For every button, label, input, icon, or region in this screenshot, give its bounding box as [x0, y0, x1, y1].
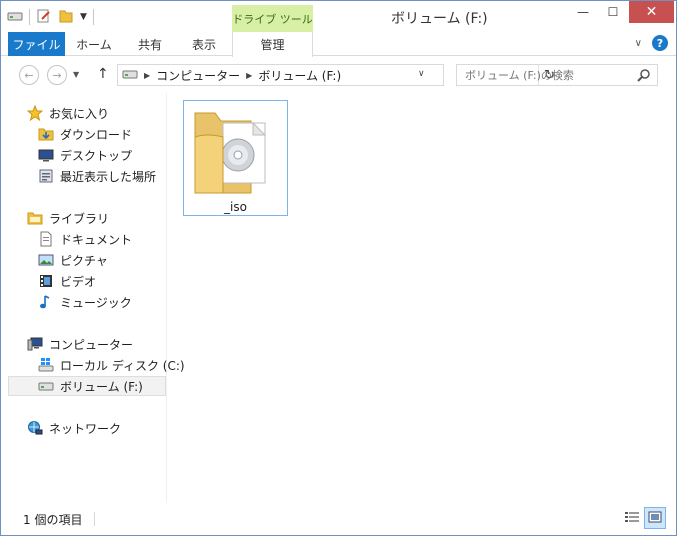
details-view-button[interactable] — [621, 507, 643, 529]
address-history-dropdown-icon[interactable]: ∨ — [418, 69, 425, 79]
nav-item-label: ミュージック — [60, 295, 132, 310]
nav-computer[interactable]: コンピューター — [1, 334, 166, 354]
file-list-area[interactable]: _iso — [168, 93, 676, 503]
nav-item-label: ダウンロード — [60, 127, 133, 142]
network-globe-icon — [27, 420, 43, 436]
drive-icon — [38, 378, 54, 394]
tab-manage[interactable]: 管理 — [232, 32, 313, 57]
item-count-status: 1 個の項目 — [23, 513, 83, 527]
star-icon — [27, 105, 43, 121]
ribbon-tabs: ファイル ホーム 共有 表示 管理 ∨ ? — [1, 32, 676, 57]
disc-image-folder-icon — [193, 107, 279, 200]
navigation-bar: ← → ▼ ↑ ▶ コンピューター ▶ ボリューム (F:) ∨ ↻ — [1, 57, 676, 93]
breadcrumb-computer[interactable]: コンピューター — [156, 67, 240, 84]
nav-favorites-label: お気に入り — [49, 106, 110, 121]
quick-access-toolbar: ▼ — [7, 7, 94, 27]
explorer-window: ▼ ドライブ ツール ボリューム (F:) — ☐ ✕ ファイル ホーム 共有 … — [0, 0, 677, 536]
up-arrow-icon[interactable]: ↑ — [97, 66, 109, 82]
nav-item-label: デスクトップ — [60, 148, 133, 163]
nav-item-local-disk-c[interactable]: ローカル ディスク (C:) — [1, 355, 185, 375]
nav-item-label: ドキュメント — [60, 232, 133, 247]
drive-icon — [122, 68, 138, 83]
file-name-label: _iso — [224, 200, 247, 214]
nav-network-label: ネットワーク — [49, 421, 122, 436]
status-separator — [94, 512, 95, 526]
computer-icon — [27, 336, 43, 352]
nav-item-label: 最近表示した場所 — [60, 169, 157, 184]
nav-item-desktop[interactable]: デスクトップ — [1, 145, 166, 165]
desktop-icon — [38, 147, 54, 163]
tab-file[interactable]: ファイル — [8, 32, 65, 56]
forward-button[interactable]: → — [47, 65, 67, 85]
toolbar-separator — [92, 9, 94, 25]
video-icon — [38, 273, 54, 289]
recent-locations-dropdown-icon[interactable]: ▼ — [73, 70, 79, 79]
download-folder-icon — [38, 126, 54, 142]
nav-item-documents[interactable]: ドキュメント — [1, 229, 166, 249]
picture-icon — [38, 252, 54, 268]
chevron-right-icon[interactable]: ▶ — [246, 71, 252, 80]
properties-icon[interactable] — [36, 8, 52, 27]
nav-item-label: ボリューム (F:) — [60, 379, 143, 394]
navigation-pane: お気に入り ダウンロード デスクトップ 最近表示した場所 ライブラリ ドキュメン… — [1, 93, 185, 503]
expand-ribbon-icon[interactable]: ∨ — [635, 38, 642, 49]
address-bar[interactable]: ▶ コンピューター ▶ ボリューム (F:) ∨ ↻ — [117, 64, 555, 86]
title-bar: ▼ ドライブ ツール ボリューム (F:) — ☐ ✕ — [1, 1, 676, 32]
nav-item-music[interactable]: ミュージック — [1, 292, 166, 312]
close-button[interactable]: ✕ — [629, 1, 674, 23]
tab-home[interactable]: ホーム — [65, 32, 123, 56]
search-icon[interactable] — [637, 68, 651, 85]
details-view-icon — [625, 511, 639, 526]
nav-favorites[interactable]: お気に入り — [1, 103, 166, 123]
window-title: ボリューム (F:) — [391, 11, 488, 27]
nav-libraries-label: ライブラリ — [49, 211, 110, 226]
recent-places-icon — [38, 168, 54, 184]
nav-network[interactable]: ネットワーク — [1, 418, 166, 438]
arrow-right-icon: → — [52, 68, 62, 82]
minimize-button[interactable]: — — [569, 1, 597, 23]
new-folder-icon[interactable] — [58, 8, 74, 27]
ribbon-right-controls: ∨ ? — [635, 35, 668, 51]
customize-toolbar-dropdown-icon[interactable]: ▼ — [80, 12, 87, 22]
large-icons-view-button[interactable] — [644, 507, 666, 529]
search-box[interactable] — [456, 64, 658, 86]
chevron-right-icon[interactable]: ▶ — [144, 71, 150, 80]
breadcrumb-volume-f[interactable]: ボリューム (F:) — [258, 67, 341, 84]
nav-item-label: ピクチャ — [60, 253, 108, 268]
nav-item-pictures[interactable]: ピクチャ — [1, 250, 166, 270]
toolbar-separator — [29, 9, 30, 25]
tab-view[interactable]: 表示 — [177, 32, 231, 56]
nav-item-volume-f[interactable]: ボリューム (F:) — [8, 376, 166, 396]
document-icon — [38, 231, 54, 247]
libraries-folder-icon — [27, 210, 43, 226]
nav-computer-label: コンピューター — [49, 337, 134, 352]
search-input[interactable] — [465, 68, 630, 82]
context-tab-group-label: ドライブ ツール — [232, 5, 313, 32]
drive-icon — [7, 10, 23, 25]
status-bar: 1 個の項目 — [1, 503, 676, 535]
music-note-icon — [38, 294, 54, 310]
arrow-left-icon: ← — [24, 68, 34, 82]
nav-item-videos[interactable]: ビデオ — [1, 271, 166, 291]
nav-libraries[interactable]: ライブラリ — [1, 208, 166, 228]
tab-share[interactable]: 共有 — [123, 32, 177, 56]
large-icons-view-icon — [648, 511, 662, 526]
windows-drive-icon — [38, 357, 54, 373]
nav-item-downloads[interactable]: ダウンロード — [1, 124, 166, 144]
back-button[interactable]: ← — [19, 65, 39, 85]
help-button[interactable]: ? — [652, 35, 668, 51]
nav-item-recent-places[interactable]: 最近表示した場所 — [1, 166, 166, 186]
nav-item-label: ビデオ — [60, 274, 97, 289]
maximize-button[interactable]: ☐ — [599, 1, 627, 23]
nav-item-label: ローカル ディスク (C:) — [60, 358, 185, 373]
folder-item-iso[interactable]: _iso — [183, 100, 288, 216]
